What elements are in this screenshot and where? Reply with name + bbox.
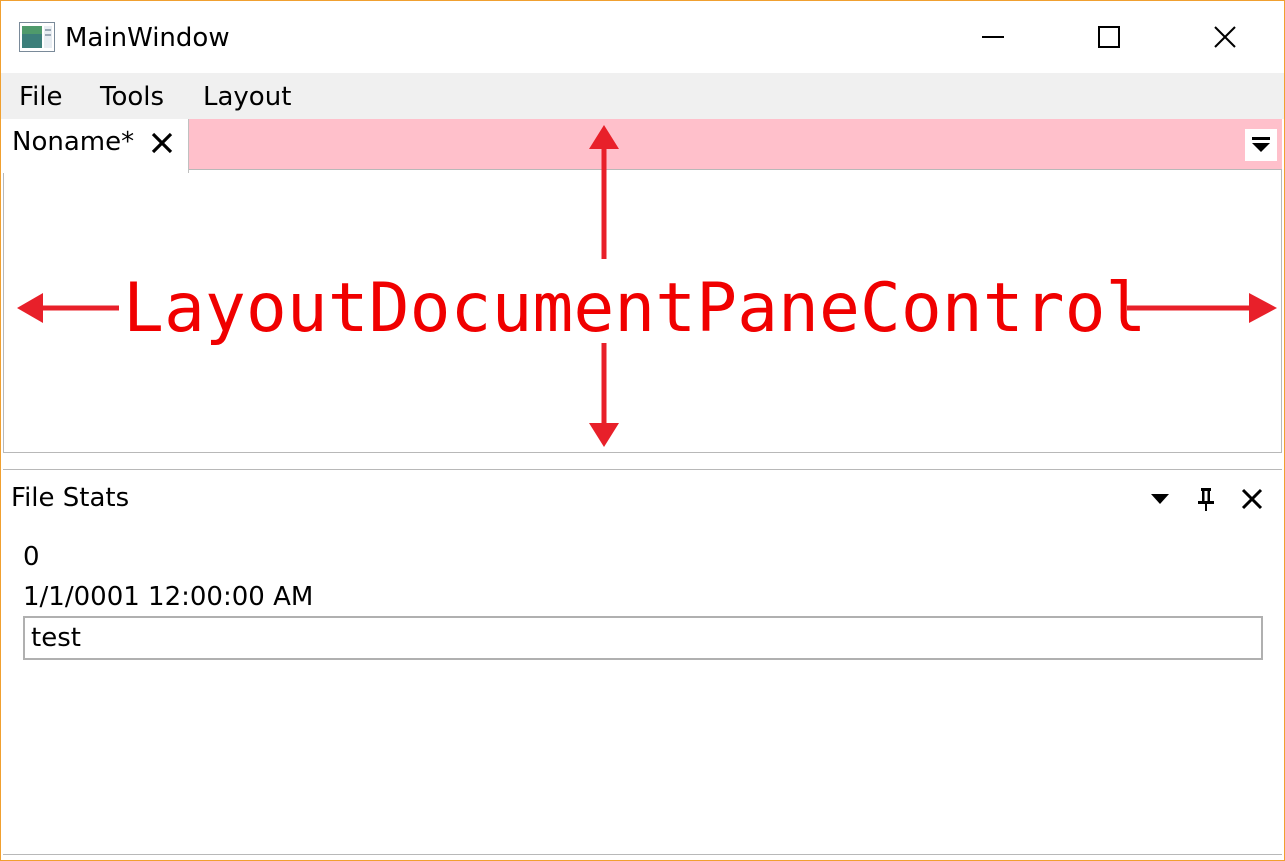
stat-date: 1/1/0001 12:00:00 AM (23, 582, 314, 612)
menu-tools[interactable]: Tools (98, 79, 166, 115)
pane-pin-button[interactable] (1191, 484, 1221, 514)
pane-menu-button[interactable] (1145, 484, 1175, 514)
menu-bar: File Tools Layout (1, 73, 1284, 119)
document-tab-strip: Noname* (3, 119, 1282, 173)
maximize-icon (1098, 26, 1120, 48)
close-button[interactable] (1167, 1, 1283, 73)
document-tab-title: Noname* (12, 127, 135, 157)
pane-close-button[interactable] (1237, 484, 1267, 514)
menu-layout[interactable]: Layout (201, 79, 293, 115)
maximize-button[interactable] (1051, 1, 1167, 73)
pane-splitter[interactable] (1, 453, 1284, 469)
title-bar[interactable]: MainWindow (1, 1, 1284, 73)
document-tab-noname[interactable]: Noname* (3, 119, 189, 173)
anchorable-pane-file-stats: File Stats 0 1/1/0001 12:00:00 AM (3, 469, 1282, 855)
main-window: MainWindow File Tools Layout Noname* Lay… (0, 0, 1285, 861)
stat-count: 0 (23, 542, 40, 572)
chevron-down-icon (1151, 494, 1169, 504)
minimize-icon (982, 36, 1004, 38)
close-icon (1241, 488, 1263, 510)
close-icon (1214, 26, 1236, 48)
document-list-button[interactable] (1245, 129, 1277, 161)
close-icon[interactable] (148, 129, 176, 157)
minimize-button[interactable] (935, 1, 1051, 73)
annotation-label: LayoutDocumentPaneControl (123, 269, 1147, 348)
menu-file[interactable]: File (17, 79, 65, 115)
dropdown-menu-icon (1252, 137, 1270, 152)
pin-icon (1198, 488, 1214, 511)
stats-text-input[interactable] (23, 616, 1263, 660)
app-icon (19, 22, 55, 52)
anchorable-title[interactable]: File Stats (11, 482, 129, 514)
window-title: MainWindow (65, 23, 230, 53)
